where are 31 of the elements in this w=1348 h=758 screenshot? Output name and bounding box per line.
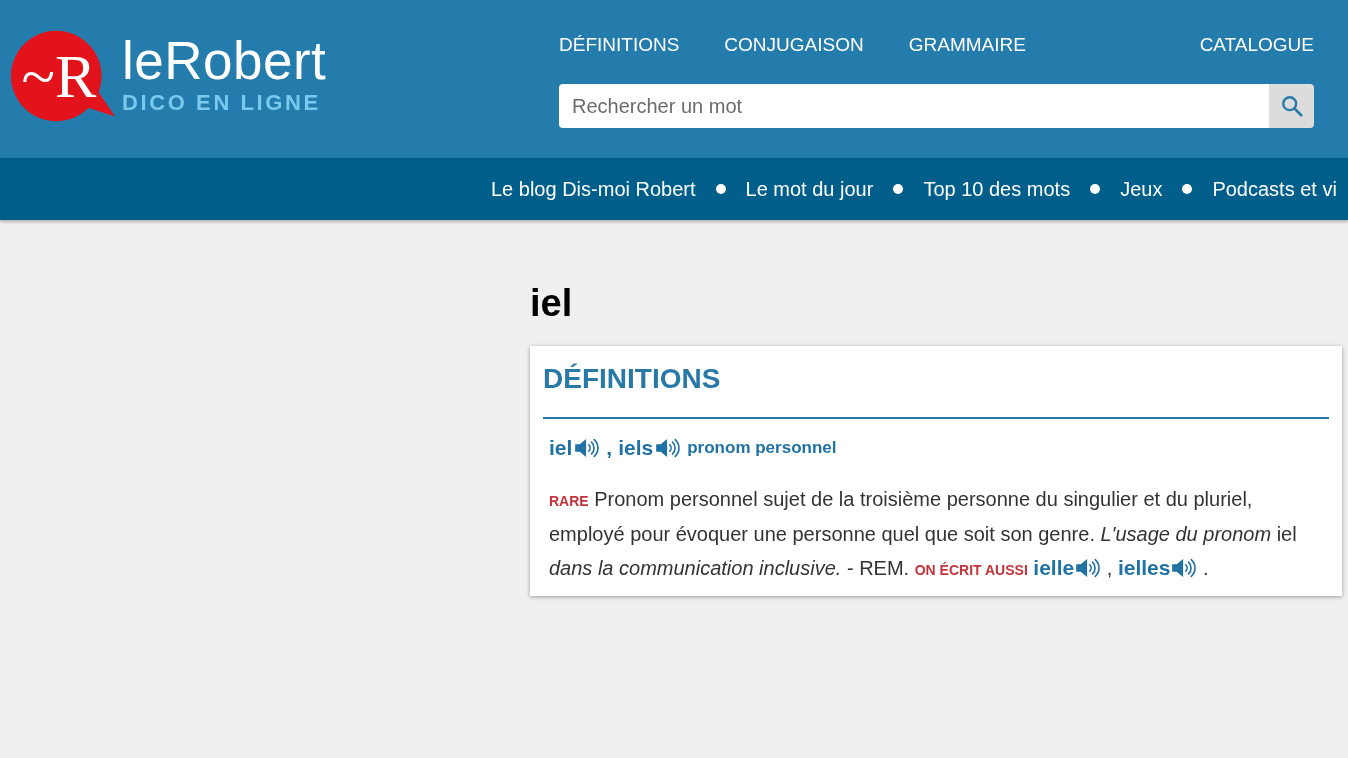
- nav-link[interactable]: GRAMMAIRE: [908, 34, 1026, 56]
- headword: iel: [549, 436, 573, 460]
- speaker-icon[interactable]: [655, 438, 682, 458]
- dot-icon: [893, 184, 904, 194]
- dot-icon: [715, 184, 726, 194]
- speaker-icon[interactable]: [1075, 558, 1102, 578]
- separator-text: ,: [606, 436, 613, 460]
- page-title: iel: [530, 281, 574, 326]
- search-icon: [1280, 95, 1303, 117]
- nav-link[interactable]: Le blog Dis-moi Robert: [491, 177, 696, 201]
- word-link[interactable]: ielle: [1033, 556, 1075, 579]
- word-category: pronom personnel: [687, 438, 837, 458]
- dot-icon: [1090, 184, 1101, 194]
- search-button[interactable]: [1269, 84, 1314, 128]
- nav-link[interactable]: Le mot du jour: [745, 177, 874, 201]
- logo-tagline: DICO EN LIGNE: [122, 90, 322, 116]
- logo-wordmark[interactable]: leRobert: [122, 34, 327, 88]
- definition-text: RARE Pronom personnel sujet de la troisième personne du singulier et du pluriel, employé pour évoquer une personne quel que soit son genre. L'usage du pronom iel dans la communication inclusive. - REM. ON ÉCRIT AUSSI ielle , ielles .: [548, 487, 1298, 581]
- headword: iels: [618, 436, 654, 460]
- speaker-icon[interactable]: [1171, 558, 1198, 578]
- nav-link[interactable]: Top 10 des mots: [923, 177, 1071, 201]
- nav-link[interactable]: DÉFINITIONS: [559, 34, 680, 56]
- nav-link[interactable]: CONJUGAISON: [724, 34, 864, 56]
- nav-link[interactable]: CATALOGUE: [1199, 34, 1314, 56]
- nav-link[interactable]: Podcasts et vi: [1212, 177, 1337, 201]
- dot-icon: [1182, 184, 1193, 194]
- section-heading: DÉFINITIONS: [543, 362, 1329, 419]
- speaker-icon[interactable]: [574, 438, 601, 458]
- word-link[interactable]: ielles: [1117, 556, 1171, 579]
- search-field[interactable]: Rechercher un mot: [559, 84, 1269, 128]
- nav-link[interactable]: Jeux: [1120, 177, 1163, 201]
